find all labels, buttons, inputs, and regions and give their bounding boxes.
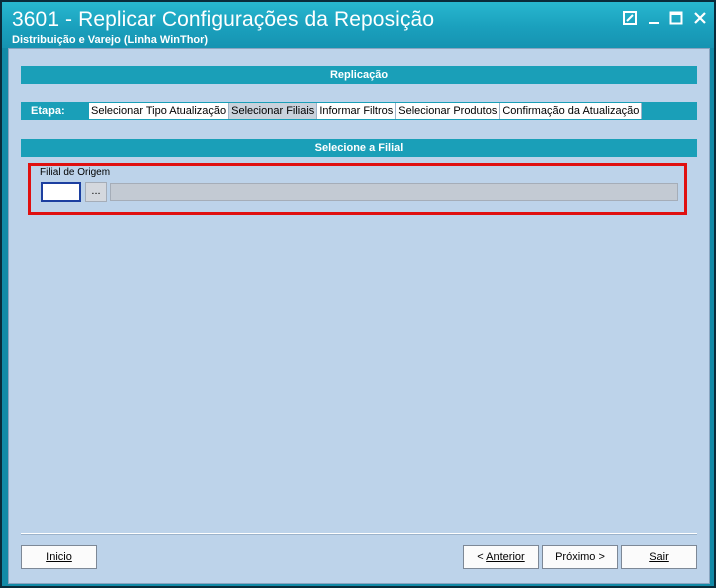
filial-origem-description-field [110, 183, 678, 201]
filial-origem-code-input[interactable] [41, 182, 81, 202]
anterior-button-label: Anterior [486, 551, 525, 563]
section-title: Selecione a Filial [21, 139, 697, 157]
sair-button-label: Sair [649, 551, 669, 563]
window-subtitle: Distribuição e Varejo (Linha WinThor) [12, 34, 209, 46]
proximo-button[interactable]: Próximo > [542, 545, 618, 569]
close-icon[interactable] [692, 10, 708, 26]
title-bar[interactable]: 3601 - Replicar Configurações da Reposiç… [2, 2, 714, 48]
etapa-bar: Etapa: Selecionar Tipo Atualização Selec… [21, 102, 697, 120]
etapa-label: Etapa: [31, 105, 65, 117]
maximize-icon[interactable] [668, 10, 684, 26]
client-area: Replicação Etapa: Selecionar Tipo Atuali… [8, 48, 710, 584]
etapa-steps: Selecionar Tipo Atualização Selecionar F… [89, 103, 643, 119]
window-title: 3601 - Replicar Configurações da Reposiç… [12, 8, 435, 31]
step-selecionar-produtos[interactable]: Selecionar Produtos [396, 103, 501, 119]
filial-origem-label: Filial de Origem [40, 167, 111, 178]
inicio-button-label: Inicio [46, 551, 72, 563]
filial-lookup-button[interactable]: ... [85, 182, 107, 202]
step-selecionar-tipo-atualizacao[interactable]: Selecionar Tipo Atualização [89, 103, 230, 119]
proximo-button-label: Próximo > [555, 551, 605, 563]
app-window: 3601 - Replicar Configurações da Reposiç… [0, 0, 716, 588]
step-confirmacao-atualizacao[interactable]: Confirmação da Atualização [500, 103, 643, 119]
step-informar-filtros[interactable]: Informar Filtros [317, 103, 397, 119]
anterior-button-prefix: < [477, 551, 487, 563]
replicacao-header: Replicação [21, 66, 697, 84]
edit-icon[interactable] [622, 10, 638, 26]
inicio-button[interactable]: Inicio [21, 545, 97, 569]
footer-separator [21, 533, 697, 535]
sair-button[interactable]: Sair [621, 545, 697, 569]
anterior-button[interactable]: < Anterior [463, 545, 539, 569]
step-selecionar-filiais[interactable]: Selecionar Filiais [229, 103, 318, 119]
minimize-icon[interactable] [646, 10, 662, 26]
